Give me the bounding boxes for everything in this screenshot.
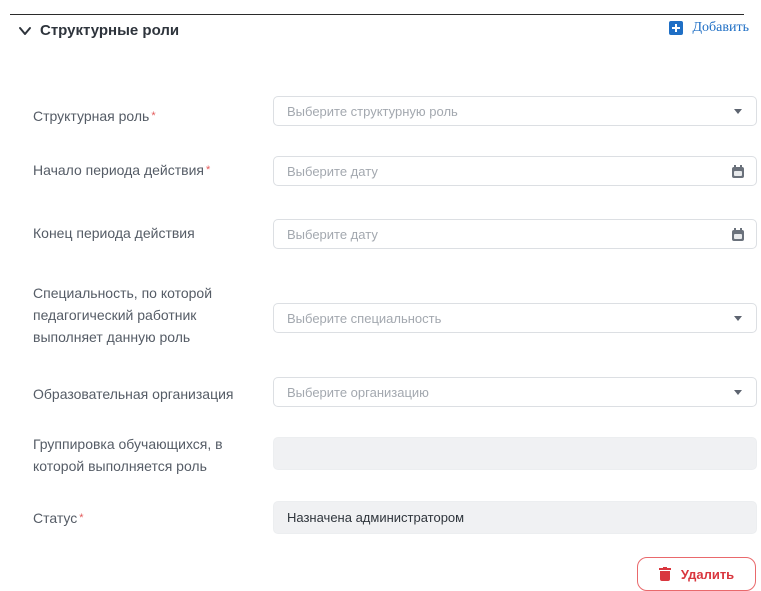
field-label: Статус * bbox=[33, 507, 258, 529]
field-label: Группировка обучающихся, в которой выпол… bbox=[33, 433, 238, 477]
caret-down-icon[interactable] bbox=[734, 315, 742, 321]
calendar-icon[interactable] bbox=[732, 227, 744, 241]
add-button-label: Добавить bbox=[692, 20, 750, 35]
end-date-input[interactable]: Выберите дату bbox=[273, 219, 757, 249]
trash-icon bbox=[658, 567, 671, 581]
structural-role-label: Структурная роль bbox=[33, 108, 150, 124]
caret-down-icon[interactable] bbox=[734, 108, 742, 114]
student-group-label: Группировка обучающихся, в которой выпол… bbox=[33, 436, 223, 474]
required-marker: * bbox=[79, 512, 84, 524]
required-marker: * bbox=[151, 110, 156, 122]
field-label: Начало периода действия * bbox=[33, 159, 258, 181]
specialty-label: Специальность, по которой педагогический… bbox=[33, 285, 213, 345]
organization-label: Образовательная организация bbox=[33, 386, 234, 402]
start-date-label: Начало периода действия bbox=[33, 162, 204, 178]
start-date-input[interactable]: Выберите дату bbox=[273, 156, 757, 186]
section-title: Структурные роли bbox=[40, 22, 180, 39]
section-toggle[interactable]: Структурные роли bbox=[18, 22, 179, 39]
structural-role-select[interactable]: Выберите структурную роль bbox=[273, 96, 757, 126]
status-label: Статус bbox=[33, 510, 78, 526]
field-label: Конец периода действия bbox=[33, 222, 258, 244]
start-date-placeholder: Выберите дату bbox=[287, 163, 378, 179]
add-button[interactable]: Добавить bbox=[668, 20, 750, 36]
caret-down-icon[interactable] bbox=[734, 389, 742, 395]
field-label: Структурная роль * bbox=[33, 105, 258, 127]
student-group-field bbox=[273, 437, 757, 470]
end-date-placeholder: Выберите дату bbox=[287, 226, 378, 242]
calendar-icon[interactable] bbox=[732, 164, 744, 178]
required-marker: * bbox=[206, 164, 211, 176]
status-field: Назначена администратором bbox=[273, 501, 757, 534]
status-value: Назначена администратором bbox=[287, 510, 465, 525]
delete-button-label: Удалить bbox=[680, 566, 735, 582]
organization-select[interactable]: Выберите организацию bbox=[273, 377, 757, 407]
structural-role-placeholder: Выберите структурную роль bbox=[287, 103, 458, 119]
field-label: Образовательная организация bbox=[33, 383, 273, 405]
end-date-label: Конец периода действия bbox=[33, 225, 195, 241]
top-divider bbox=[10, 14, 744, 15]
organization-placeholder: Выберите организацию bbox=[287, 384, 429, 400]
plus-square-icon bbox=[668, 21, 683, 35]
specialty-select[interactable]: Выберите специальность bbox=[273, 303, 757, 333]
delete-button[interactable]: Удалить bbox=[637, 557, 756, 591]
chevron-down-icon[interactable] bbox=[18, 24, 32, 38]
specialty-placeholder: Выберите специальность bbox=[287, 310, 442, 326]
field-label: Специальность, по которой педагогический… bbox=[33, 282, 248, 348]
